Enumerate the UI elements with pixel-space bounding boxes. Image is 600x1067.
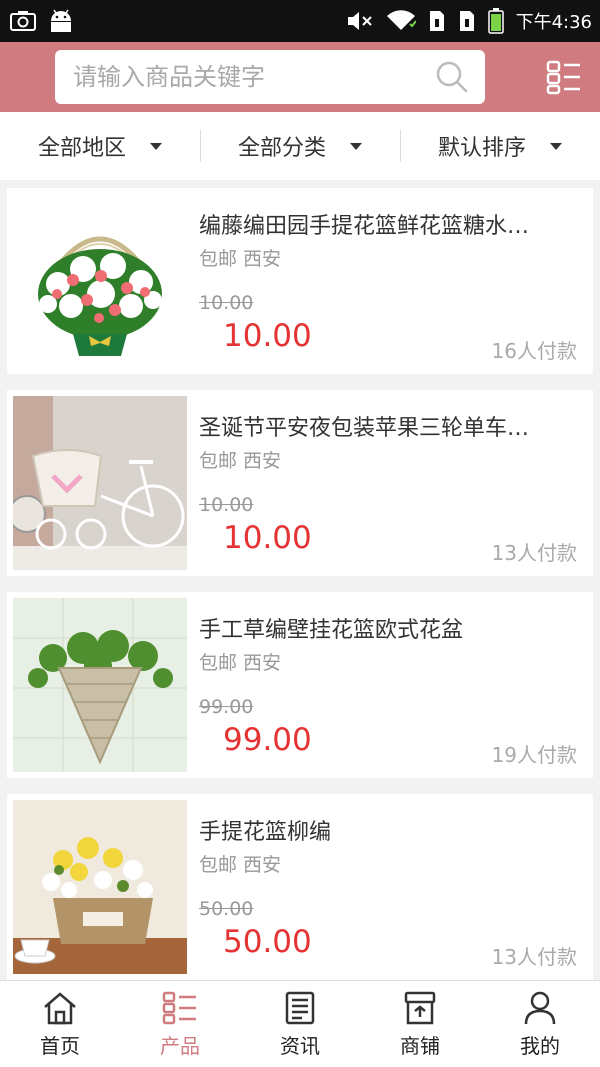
sim2-icon <box>458 9 476 33</box>
tricycle-basket-photo <box>13 396 187 570</box>
sim1-icon <box>428 9 446 33</box>
hanging-basket-photo <box>13 598 187 772</box>
status-time: 下午4:36 <box>515 12 592 33</box>
nav-me-label: 我的 <box>520 1033 560 1058</box>
user-icon <box>522 990 558 1026</box>
location-tag: 西安 <box>243 652 282 674</box>
shop-icon <box>402 990 438 1026</box>
product-card[interactable]: 手工草编壁挂花篮欧式花盆 包邮 西安 99.00 99.00 19人付款 <box>7 592 593 778</box>
shipping-tag: 包邮 <box>199 248 238 270</box>
caret-down-icon <box>150 142 162 150</box>
product-meta: 包邮 西安 <box>199 850 281 877</box>
android-icon <box>48 9 74 33</box>
product-card[interactable]: 手提花篮柳编 包邮 西安 50.00 50.00 13人付款 <box>7 794 593 980</box>
filter-category-label: 全部分类 <box>237 136 326 161</box>
list-menu-icon[interactable] <box>546 59 582 95</box>
original-price: 99.00 <box>199 696 254 718</box>
sale-price: 50.00 <box>223 924 312 960</box>
shipping-tag: 包邮 <box>199 652 238 674</box>
search-icon[interactable] <box>435 60 469 94</box>
nav-shop[interactable]: 商铺 <box>360 981 480 1067</box>
flower-basket-photo <box>13 194 187 368</box>
nav-products-label: 产品 <box>160 1033 200 1058</box>
original-price: 50.00 <box>199 898 254 920</box>
product-title: 手提花篮柳编 <box>199 820 332 845</box>
product-card[interactable]: 圣诞节平安夜包装苹果三轮单车… 包邮 西安 10.00 10.00 13人付款 <box>7 390 593 576</box>
original-price: 10.00 <box>199 494 254 516</box>
filter-category[interactable]: 全部分类 <box>200 112 400 180</box>
nav-home[interactable]: 首页 <box>0 981 120 1067</box>
sold-count: 16人付款 <box>491 339 577 363</box>
location-tag: 西安 <box>243 450 282 472</box>
filter-sort[interactable]: 默认排序 <box>400 112 600 180</box>
product-card[interactable]: 编藤编田园手提花篮鲜花篮糖水… 包邮 西安 10.00 10.00 16人付款 <box>7 188 593 374</box>
filter-sort-label: 默认排序 <box>437 136 526 161</box>
nav-me[interactable]: 我的 <box>480 981 600 1067</box>
wifi-icon <box>386 10 416 32</box>
product-title: 手工草编壁挂花篮欧式花盆 <box>199 618 464 643</box>
location-tag: 西安 <box>243 854 282 876</box>
nav-products[interactable]: 产品 <box>120 981 240 1067</box>
caret-down-icon <box>350 142 362 150</box>
product-meta: 包邮 西安 <box>199 244 281 271</box>
search-input[interactable] <box>73 63 435 91</box>
status-bar: 下午4:36 <box>0 0 600 42</box>
caret-down-icon <box>550 142 562 150</box>
location-tag: 西安 <box>243 248 282 270</box>
search-box[interactable] <box>55 50 485 104</box>
filter-bar: 全部地区 全部分类 默认排序 <box>0 112 600 180</box>
shipping-tag: 包邮 <box>199 450 238 472</box>
bottom-nav: 首页 产品 资讯 商铺 我的 <box>0 980 600 1067</box>
news-icon <box>282 990 318 1026</box>
filter-region-label: 全部地区 <box>37 136 126 161</box>
mute-icon <box>346 10 374 32</box>
screenshot-icon <box>10 10 36 32</box>
sold-count: 13人付款 <box>491 945 577 969</box>
battery-icon <box>487 8 504 34</box>
sale-price: 10.00 <box>223 318 312 354</box>
sale-price: 10.00 <box>223 520 312 556</box>
product-title: 编藤编田园手提花篮鲜花篮糖水… <box>199 214 530 239</box>
product-title: 圣诞节平安夜包装苹果三轮单车… <box>199 416 530 441</box>
nav-news[interactable]: 资讯 <box>240 981 360 1067</box>
sale-price: 99.00 <box>223 722 312 758</box>
header-bar <box>0 42 600 112</box>
product-meta: 包邮 西安 <box>199 446 281 473</box>
filter-region[interactable]: 全部地区 <box>0 112 200 180</box>
sold-count: 19人付款 <box>491 743 577 767</box>
nav-shop-label: 商铺 <box>400 1033 440 1058</box>
nav-news-label: 资讯 <box>280 1033 320 1058</box>
nav-home-label: 首页 <box>40 1033 80 1058</box>
sold-count: 13人付款 <box>491 541 577 565</box>
wicker-basket-photo <box>13 800 187 974</box>
product-meta: 包邮 西安 <box>199 648 281 675</box>
product-grid-icon <box>162 990 198 1026</box>
original-price: 10.00 <box>199 292 254 314</box>
home-icon <box>42 990 78 1026</box>
shipping-tag: 包邮 <box>199 854 238 876</box>
